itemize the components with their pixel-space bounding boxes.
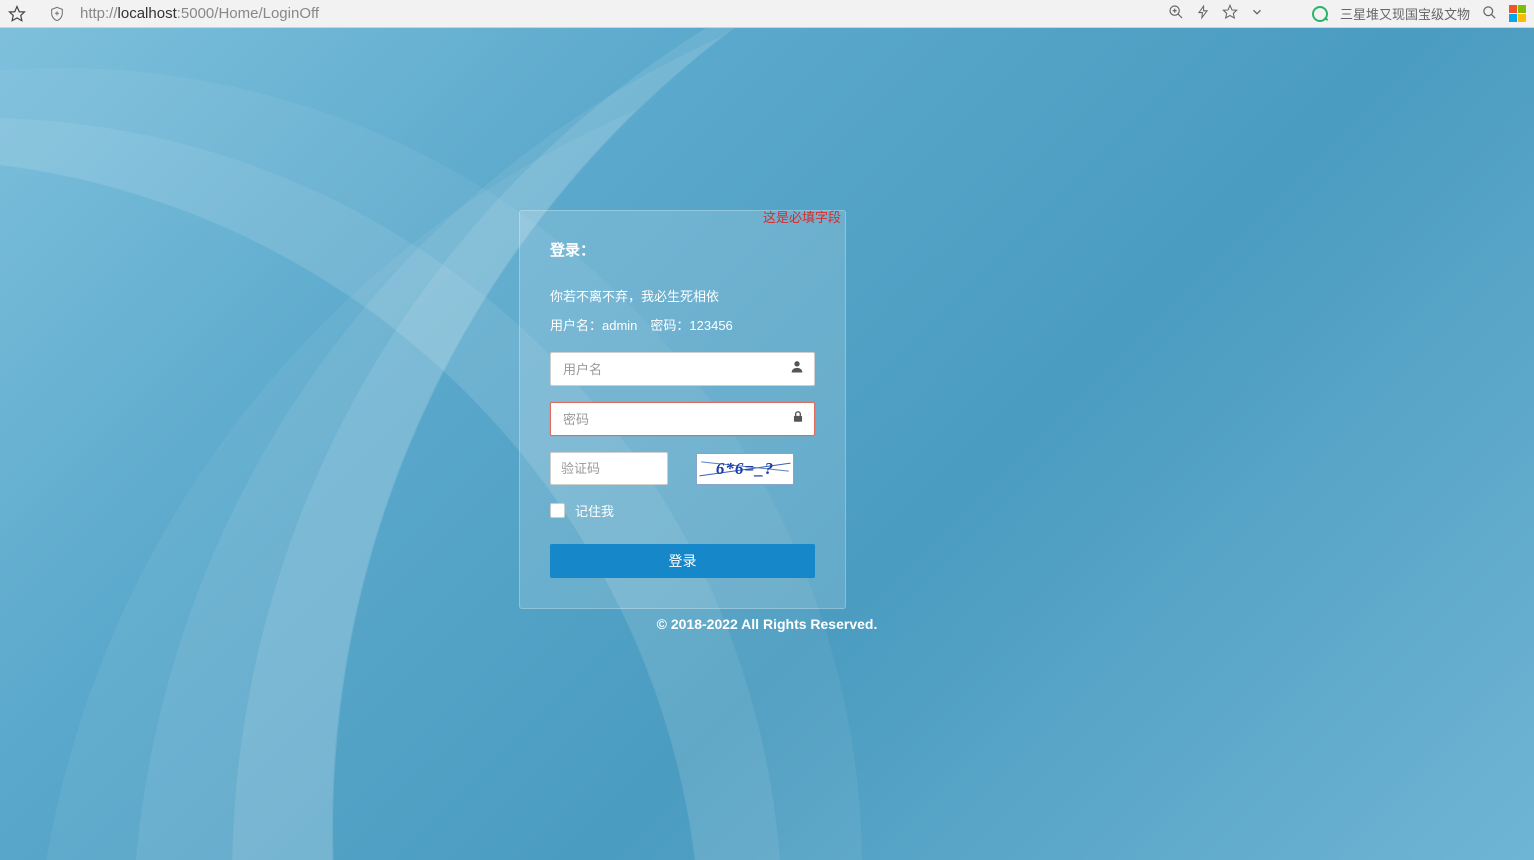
360-search-icon[interactable] — [1312, 6, 1328, 22]
remember-checkbox[interactable] — [550, 503, 565, 518]
search-icon[interactable] — [1482, 5, 1497, 23]
captcha-text: 6*6=_? — [716, 459, 774, 479]
browser-toolbar-right: 三星堆又现国宝级文物 — [1168, 4, 1526, 24]
captcha-row: 6*6=_? — [550, 452, 815, 485]
news-headline[interactable]: 三星堆又现国宝级文物 — [1340, 4, 1470, 23]
password-input[interactable] — [550, 402, 815, 436]
login-credentials-hint: 用户名：admin 密码：123456 — [550, 315, 815, 334]
favorite-star-icon[interactable] — [8, 5, 26, 23]
bookmark-star-icon[interactable] — [1222, 4, 1238, 24]
user-icon — [789, 359, 805, 380]
login-button[interactable]: 登录 — [550, 544, 815, 578]
username-field-wrap — [550, 352, 815, 386]
chevron-down-icon[interactable] — [1250, 5, 1264, 23]
login-subtitle: 你若不离不弃，我必生死相依 — [550, 286, 815, 305]
browser-address-bar: http://localhost:5000/Home/LoginOff 三星堆 — [0, 0, 1534, 28]
url-suffix: :5000/Home/LoginOff — [177, 5, 319, 22]
microsoft-logo-icon[interactable] — [1509, 5, 1526, 22]
remember-label[interactable]: 记住我 — [575, 501, 614, 520]
url-host: localhost — [118, 5, 177, 22]
captcha-image[interactable]: 6*6=_? — [696, 453, 794, 485]
site-info-shield-icon[interactable] — [48, 5, 66, 23]
username-input[interactable] — [550, 352, 815, 386]
required-field-message: 这是必填字段 — [763, 205, 841, 228]
url-prefix: http:// — [80, 5, 118, 22]
flash-icon[interactable] — [1196, 4, 1210, 24]
copyright-text: © 2018-2022 All Rights Reserved. — [657, 616, 878, 632]
lock-icon — [791, 409, 805, 430]
zoom-icon[interactable] — [1168, 4, 1184, 24]
login-card: 这是必填字段 登录： 你若不离不弃，我必生死相依 用户名：admin 密码：12… — [519, 210, 846, 609]
remember-me-row: 记住我 — [550, 501, 815, 520]
login-title: 登录： — [550, 239, 815, 260]
page-background: 这是必填字段 登录： 你若不离不弃，我必生死相依 用户名：admin 密码：12… — [0, 28, 1534, 860]
url-text[interactable]: http://localhost:5000/Home/LoginOff — [76, 5, 1158, 22]
captcha-input[interactable] — [550, 452, 668, 485]
password-field-wrap — [550, 402, 815, 436]
